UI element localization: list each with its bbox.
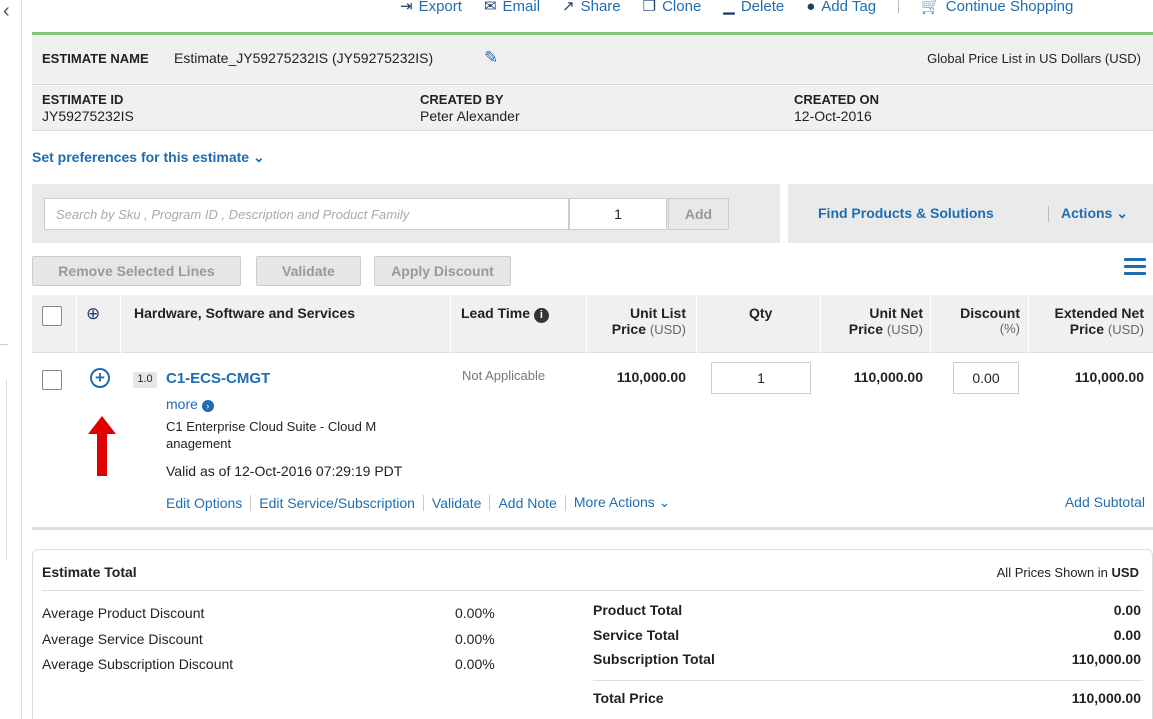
quantity-input[interactable]: 1 <box>569 198 667 230</box>
export-button[interactable]: ⇥ Export <box>400 0 462 15</box>
red-arrow-annotation <box>88 416 116 476</box>
continue-shopping-button[interactable]: 🛒 Continue Shopping <box>921 0 1073 15</box>
more-link[interactable]: more › <box>166 396 214 412</box>
expand-line-icon[interactable]: + <box>90 368 110 388</box>
avg-service-discount-value: 0.00% <box>455 631 495 647</box>
line-description: C1 Enterprise Cloud Suite - Cloud M anag… <box>166 419 377 451</box>
unit-net-value: 110,000.00 <box>853 369 923 385</box>
col-unit-net: Unit Net Price (USD) <box>848 305 923 337</box>
unit-list-value: 110,000.00 <box>616 369 686 385</box>
price-list: Global Price List in US Dollars (USD) <box>927 51 1141 66</box>
share-icon: ↗ <box>562 0 575 15</box>
hamburger-menu-icon[interactable] <box>1124 258 1146 280</box>
share-button[interactable]: ↗ Share <box>562 0 621 15</box>
subscription-total-label: Subscription Total <box>593 651 715 667</box>
clone-icon: ❐ <box>642 0 657 15</box>
col-unit-list: Unit List Price (USD) <box>611 305 686 337</box>
col-lead-time: Lead Time i <box>461 305 549 323</box>
col-extended-net: Extended Net Price (USD) <box>1054 305 1144 337</box>
estimate-total-title: Estimate Total <box>42 564 137 580</box>
add-note-link[interactable]: Add Note <box>498 495 556 511</box>
gutter-rail <box>6 380 7 560</box>
avg-product-discount-value: 0.00% <box>455 605 495 621</box>
email-button[interactable]: ✉ Email <box>484 0 540 15</box>
estimate-name-label: ESTIMATE NAME <box>42 51 149 66</box>
find-separator <box>1048 206 1049 222</box>
chevron-down-icon: ⌄ <box>1116 205 1128 221</box>
chevron-left-icon[interactable]: ‹ <box>3 0 10 23</box>
find-products-link[interactable]: Find Products & Solutions <box>818 205 994 221</box>
line-checkbox[interactable] <box>42 370 62 390</box>
subscription-total-value: 110,000.00 <box>1071 651 1141 667</box>
info-icon[interactable]: i <box>533 308 549 323</box>
product-total-value: 0.00 <box>1113 602 1141 618</box>
discount-input[interactable]: 0.00 <box>953 362 1019 394</box>
lead-time-value: Not Applicable <box>462 368 546 383</box>
estimate-id-label: ESTIMATE ID <box>42 92 124 107</box>
email-icon: ✉ <box>483 0 497 15</box>
chevron-down-icon: ⌄ <box>252 149 265 165</box>
left-gutter: ‹ <box>0 0 22 719</box>
created-by-label: CREATED BY <box>420 92 504 107</box>
edit-options-link[interactable]: Edit Options <box>166 495 242 511</box>
product-total-label: Product Total <box>593 602 683 618</box>
pencil-icon[interactable]: ✎ <box>484 48 498 68</box>
trash-icon: ▁ <box>723 0 735 15</box>
created-on-label: CREATED ON <box>794 92 879 107</box>
apply-discount-button[interactable]: Apply Discount <box>374 256 511 286</box>
line-qty-input[interactable]: 1 <box>711 362 811 394</box>
service-total-label: Service Total <box>593 627 680 643</box>
tag-icon: ● <box>806 0 816 15</box>
estimate-id-value: JY59275232IS <box>42 108 134 124</box>
extended-net-value: 110,000.00 <box>1074 369 1144 385</box>
select-all-checkbox[interactable] <box>42 306 62 326</box>
toolbar-separator <box>898 0 900 13</box>
col-product: Hardware, Software and Services <box>134 305 355 321</box>
validate-button[interactable]: Validate <box>256 256 361 286</box>
expand-all-icon[interactable]: ⊕ <box>86 304 100 324</box>
export-icon: ⇥ <box>400 0 413 15</box>
add-subtotal-link[interactable]: Add Subtotal <box>1065 494 1145 510</box>
valid-as-of: Valid as of 12-Oct-2016 07:29:19 PDT <box>166 463 403 479</box>
chevron-circle-icon: › <box>201 400 214 412</box>
clone-button[interactable]: ❐ Clone <box>643 0 702 15</box>
actions-dropdown[interactable]: Actions ⌄ <box>1061 205 1128 222</box>
row-divider <box>32 527 1153 530</box>
toolbar: ⇥ Export ✉ Email ↗ Share ❐ Clone ▁ Delete ● Ad… <box>400 0 1073 19</box>
service-total-value: 0.00 <box>1113 627 1141 643</box>
edit-service-link[interactable]: Edit Service/Subscription <box>259 495 415 511</box>
estimate-meta: ESTIMATE ID JY59275232IS CREATED BY Pete… <box>32 86 1153 131</box>
add-button[interactable]: Add <box>668 198 729 230</box>
total-price-value: 110,000.00 <box>1071 690 1141 706</box>
avg-service-discount-label: Average Service Discount <box>42 631 203 647</box>
preferences-link[interactable]: Set preferences for this estimate ⌄ <box>32 149 265 166</box>
validate-line-link[interactable]: Validate <box>432 495 482 511</box>
avg-subscription-discount-value: 0.00% <box>455 656 495 672</box>
more-actions-link[interactable]: More Actions ⌄ <box>574 494 671 511</box>
line-actions: Edit Options Edit Service/Subscription V… <box>166 494 670 511</box>
add-tag-button[interactable]: ● Add Tag <box>806 0 876 15</box>
remove-selected-lines-button[interactable]: Remove Selected Lines <box>32 256 241 286</box>
gutter-tick <box>0 344 8 345</box>
total-divider <box>593 680 1143 681</box>
estimate-header: ESTIMATE NAME Estimate_JY59275232IS (JY5… <box>32 35 1153 85</box>
col-qty: Qty <box>749 305 773 321</box>
estimate-name-value: Estimate_JY59275232IS (JY59275232IS) <box>174 50 434 66</box>
cart-icon: 🛒 <box>921 0 940 15</box>
search-input[interactable]: Search by Sku , Program ID , Description… <box>44 198 569 230</box>
col-discount: Discount (%) <box>960 305 1020 336</box>
created-by-value: Peter Alexander <box>420 108 520 124</box>
total-price-label: Total Price <box>593 690 664 706</box>
avg-subscription-discount-label: Average Subscription Discount <box>42 656 234 672</box>
avg-product-discount-label: Average Product Discount <box>42 605 205 621</box>
prices-note: All Prices Shown in USD <box>996 565 1139 580</box>
created-on-value: 12-Oct-2016 <box>794 108 872 124</box>
totals-divider <box>42 590 1143 591</box>
chevron-down-icon: ⌄ <box>658 494 671 510</box>
delete-button[interactable]: ▁ Delete <box>723 0 784 15</box>
sku-link[interactable]: C1-ECS-CMGT <box>166 370 270 387</box>
line-number: 1.0 <box>133 372 157 388</box>
